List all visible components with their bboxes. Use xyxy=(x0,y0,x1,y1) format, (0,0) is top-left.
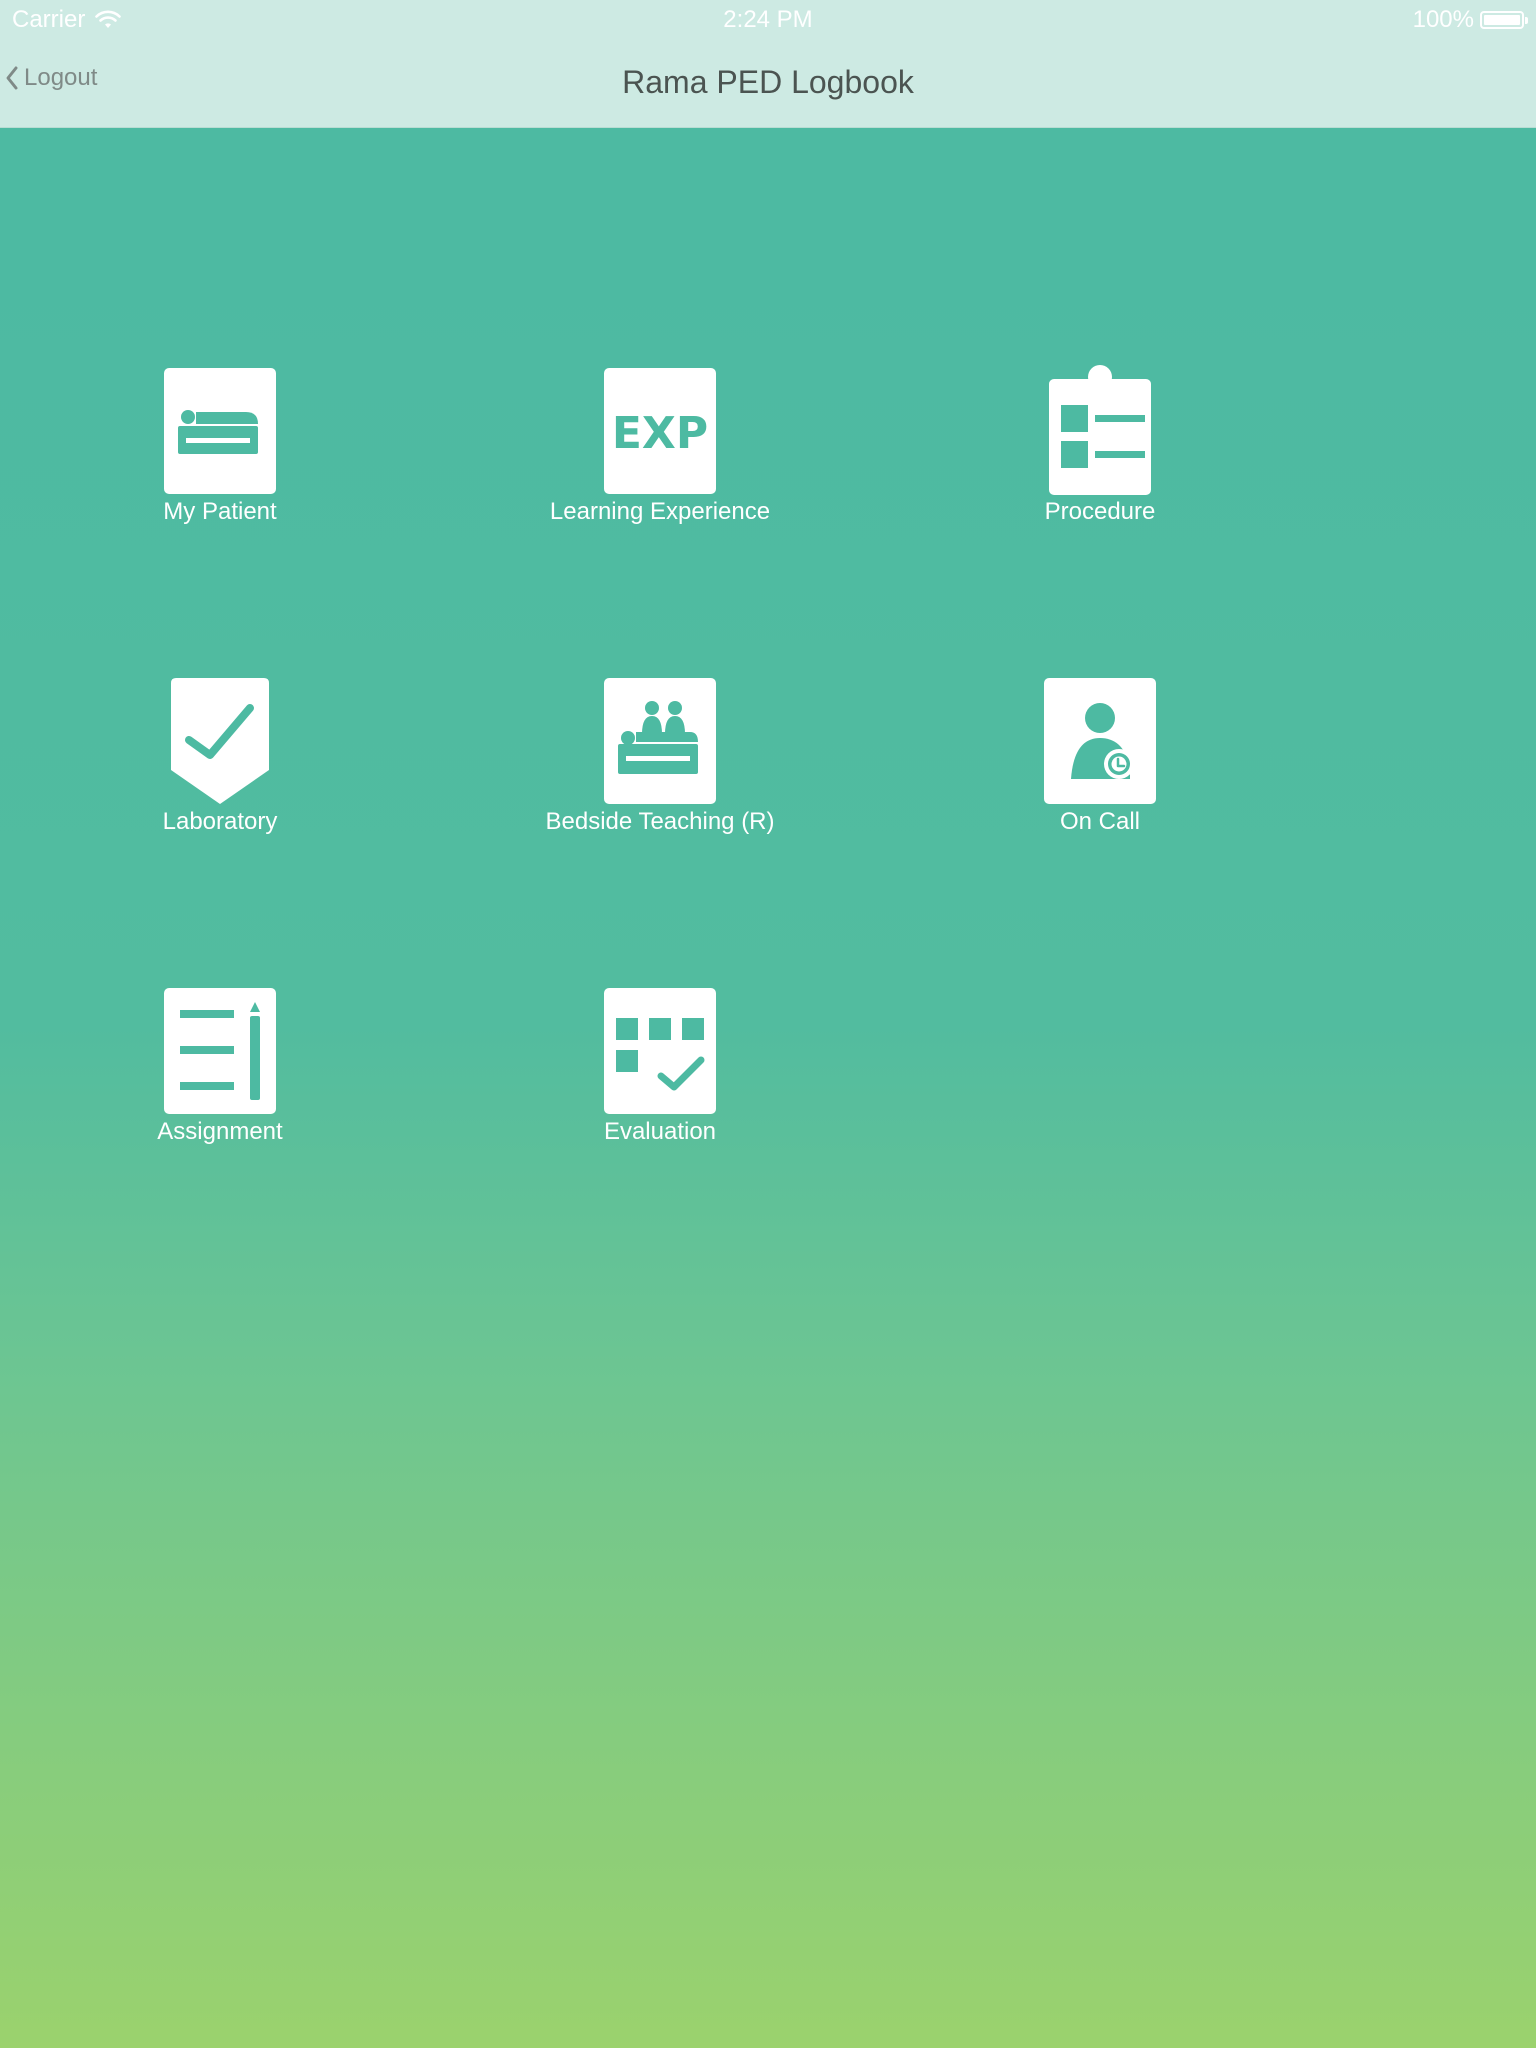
menu-item-assignment[interactable]: Assignment xyxy=(70,986,370,1156)
person-clock-icon xyxy=(1044,678,1156,804)
menu-item-learning-experience[interactable]: EXP Learning Experience xyxy=(510,366,810,536)
menu-item-label: My Patient xyxy=(163,498,277,525)
shield-check-icon xyxy=(171,678,269,804)
menu-item-label: Evaluation xyxy=(603,1118,717,1145)
menu-item-label: Procedure xyxy=(1044,498,1156,525)
page-title: Rama PED Logbook xyxy=(622,64,914,100)
clipboard-icon xyxy=(1049,365,1151,495)
svg-text:EXP: EXP xyxy=(612,408,708,459)
menu-item-bedside-teaching[interactable]: Bedside Teaching (R) xyxy=(510,676,810,846)
menu-item-label: Learning Experience xyxy=(549,498,771,525)
menu-item-label: Assignment xyxy=(157,1118,283,1145)
document-pencil-icon xyxy=(164,988,276,1114)
bed-icon xyxy=(164,368,276,494)
battery-group: 100% xyxy=(1412,6,1528,34)
status-bar: Carrier 2:24 PM 100% xyxy=(0,0,1536,40)
exp-icon: EXP xyxy=(604,368,716,494)
status-time: 2:24 PM xyxy=(723,6,813,33)
menu-item-procedure[interactable]: Procedure xyxy=(950,365,1250,536)
battery-icon xyxy=(1480,11,1528,29)
evaluation-grid-icon xyxy=(604,988,716,1114)
menu-item-label: On Call xyxy=(1059,808,1141,835)
menu-item-evaluation[interactable]: Evaluation xyxy=(510,986,810,1156)
navigation-bar: Logout Rama PED Logbook xyxy=(0,40,1536,128)
menu-item-label: Bedside Teaching (R) xyxy=(545,808,775,835)
menu-item-on-call[interactable]: On Call xyxy=(950,676,1250,846)
menu-item-my-patient[interactable]: My Patient xyxy=(70,366,370,536)
menu-item-laboratory[interactable]: Laboratory xyxy=(70,676,370,846)
battery-percent: 100% xyxy=(1412,6,1474,33)
bedside-teaching-icon xyxy=(604,678,716,804)
menu-item-label: Laboratory xyxy=(162,808,278,835)
